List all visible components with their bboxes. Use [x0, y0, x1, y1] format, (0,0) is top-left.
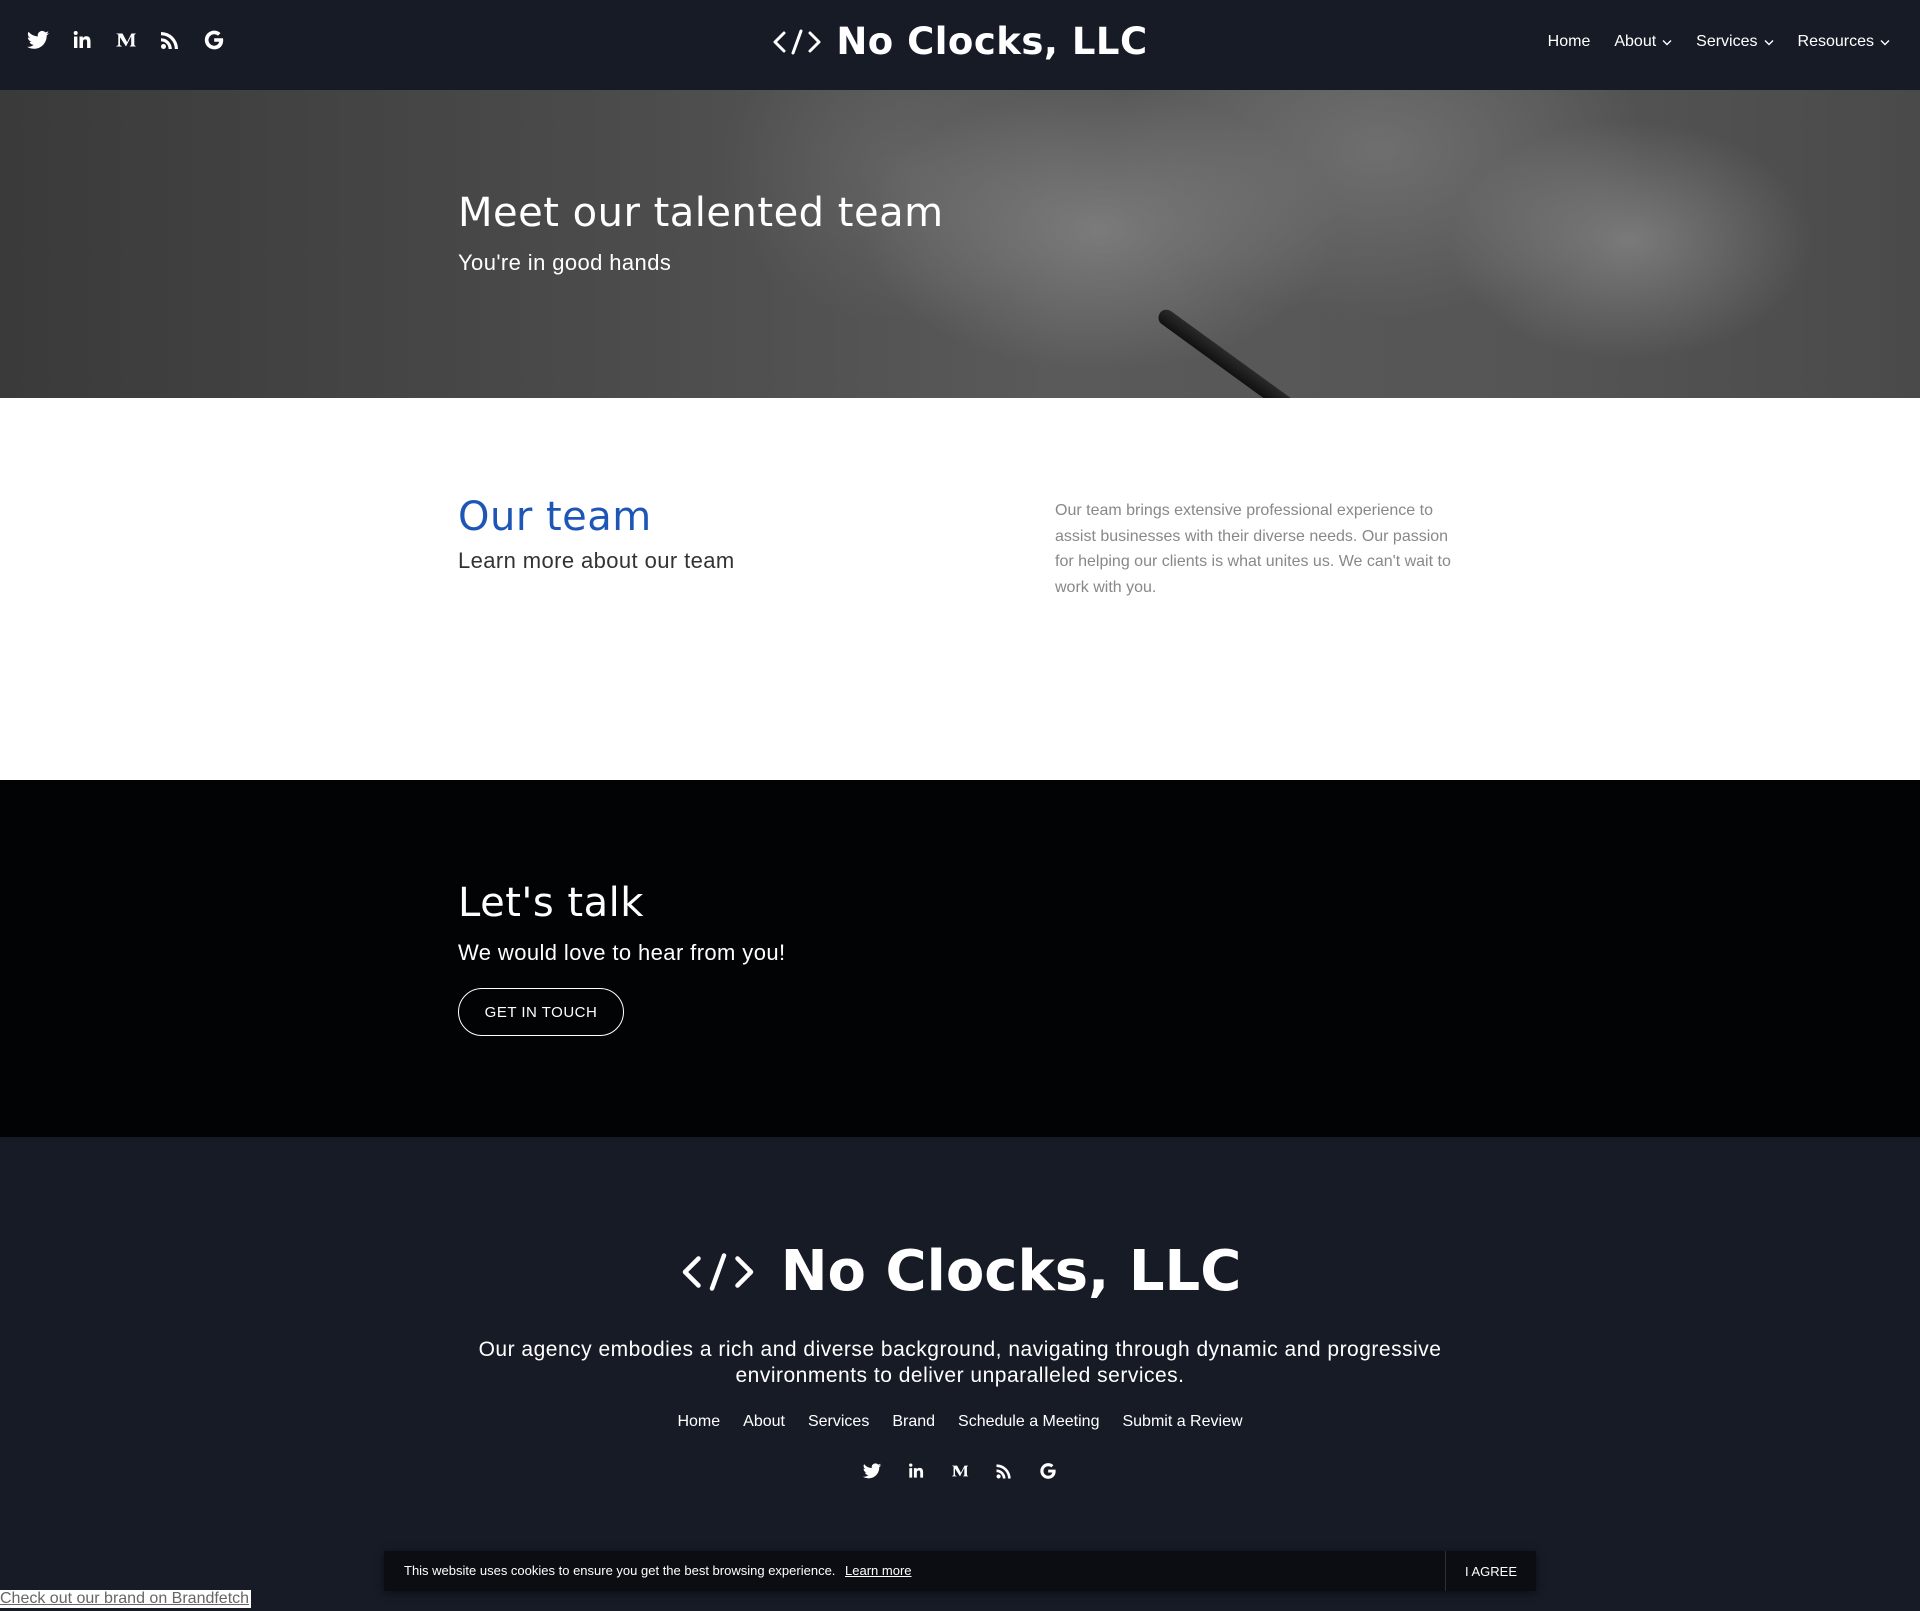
- nav-label: Home: [1547, 33, 1591, 50]
- brandfetch-link[interactable]: Check out our brand on Brandfetch: [0, 1590, 252, 1608]
- get-in-touch-button[interactable]: GET IN TOUCH: [458, 988, 624, 1036]
- footer-description: Our agency embodies a rich and diverse b…: [478, 1338, 1442, 1387]
- chevron-down-icon: [1662, 39, 1672, 46]
- google-icon[interactable]: [1038, 1461, 1058, 1481]
- code-brackets-icon: [772, 26, 822, 58]
- code-brackets-icon: [679, 1248, 757, 1296]
- footer-link-services[interactable]: Services: [808, 1413, 869, 1431]
- twitter-icon[interactable]: [862, 1461, 882, 1481]
- linkedin-icon[interactable]: [906, 1461, 926, 1481]
- team-title: Our team: [458, 494, 652, 540]
- chevron-down-icon: [1880, 39, 1890, 46]
- hero-banner: Meet our talented team You're in good ha…: [0, 90, 1920, 398]
- cookie-message: This website uses cookies to ensure you …: [404, 1563, 912, 1578]
- nav-label: About: [1614, 33, 1657, 50]
- footer-social-links: [0, 1461, 1920, 1481]
- site-footer: No Clocks, LLC Our agency embodies a ric…: [0, 1137, 1920, 1611]
- cta-title: Let's talk: [458, 880, 644, 926]
- cookie-learn-more-link[interactable]: Learn more: [845, 1563, 911, 1578]
- footer-link-schedule-meeting[interactable]: Schedule a Meeting: [958, 1413, 1099, 1431]
- nav-services[interactable]: Services: [1696, 33, 1773, 51]
- hero-title: Meet our talented team: [458, 190, 944, 236]
- footer-link-about[interactable]: About: [743, 1413, 785, 1431]
- footer-link-brand[interactable]: Brand: [892, 1413, 935, 1431]
- hero-subtitle: You're in good hands: [458, 250, 672, 275]
- medium-icon[interactable]: [950, 1461, 970, 1481]
- team-section: Our team Learn more about our team Our t…: [0, 398, 1920, 780]
- cookie-consent-bar: This website uses cookies to ensure you …: [384, 1551, 1536, 1591]
- main-nav: Home About Services Resources: [1548, 33, 1890, 51]
- rss-icon[interactable]: [994, 1461, 1014, 1481]
- chevron-down-icon: [1764, 39, 1774, 46]
- footer-nav: Home About Services Brand Schedule a Mee…: [0, 1413, 1920, 1431]
- cta-subtitle: We would love to hear from you!: [458, 940, 786, 965]
- nav-about[interactable]: About: [1614, 33, 1672, 51]
- logo-link[interactable]: No Clocks, LLC: [772, 20, 1147, 63]
- team-subtitle: Learn more about our team: [458, 548, 735, 573]
- nav-resources[interactable]: Resources: [1798, 33, 1890, 51]
- footer-link-submit-review[interactable]: Submit a Review: [1122, 1413, 1242, 1431]
- cookie-agree-button[interactable]: I AGREE: [1445, 1551, 1536, 1591]
- nav-label: Services: [1696, 33, 1758, 50]
- footer-logo: No Clocks, LLC: [0, 1239, 1920, 1304]
- team-description: Our team brings extensive professional e…: [1055, 502, 1451, 596]
- hero-background-image: [1155, 306, 1327, 398]
- footer-link-home[interactable]: Home: [677, 1413, 720, 1431]
- footer-logo-text: No Clocks, LLC: [780, 1239, 1242, 1304]
- nav-home[interactable]: Home: [1548, 33, 1591, 51]
- nav-label: Resources: [1797, 33, 1874, 50]
- footer-logo-link[interactable]: No Clocks, LLC: [679, 1239, 1242, 1304]
- site-header: No Clocks, LLC Home About Services Resou…: [0, 0, 1920, 90]
- cookie-text: This website uses cookies to ensure you …: [404, 1563, 836, 1578]
- contact-cta-section: Let's talk We would love to hear from yo…: [0, 780, 1920, 1137]
- logo-text: No Clocks, LLC: [836, 20, 1148, 63]
